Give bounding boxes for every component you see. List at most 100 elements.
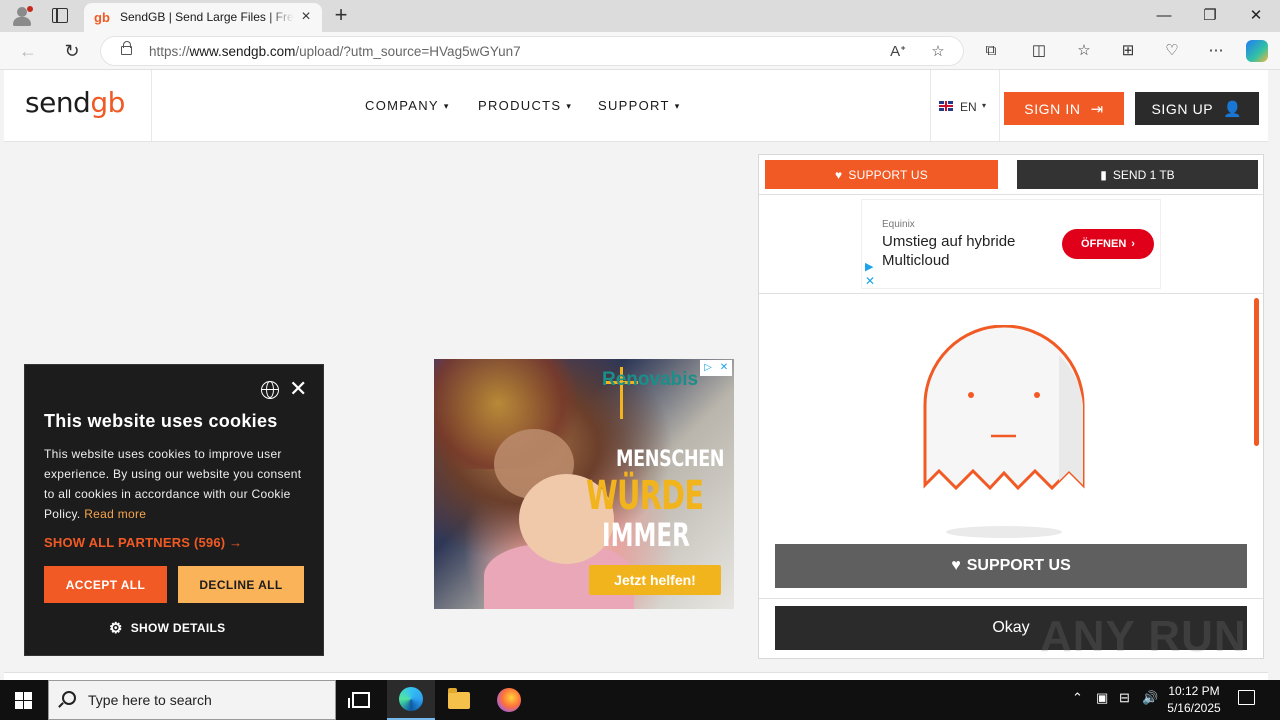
adchoices-icon[interactable]: ▶ [865, 260, 873, 273]
menu-company[interactable]: COMPANY ▾ [365, 98, 450, 113]
adchoices[interactable]: ▷ ✕ [700, 360, 732, 376]
sign-up-button[interactable]: SIGN UP 👤 [1135, 92, 1259, 125]
refresh-button[interactable]: ↻ [61, 40, 83, 62]
favorite-star-icon[interactable]: ☆ [927, 41, 949, 63]
accept-all-button[interactable]: ACCEPT ALL [44, 566, 167, 603]
taskbar-clock[interactable]: 10:12 PM 5/16/2025 [1160, 683, 1228, 717]
browser-tab[interactable]: gb SendGB | Send Large Files | Free f × [84, 3, 322, 32]
ad-line-3: IMMER [602, 516, 690, 554]
taskbar-search[interactable]: Type here to search [48, 680, 336, 720]
task-view-icon [348, 692, 370, 708]
renovabis-ad[interactable]: Renovabis MENSCHEN WÜRDE IMMER Jetzt hel… [434, 359, 734, 609]
ad-open-button[interactable]: ÖFFNEN › [1062, 229, 1154, 259]
folder-icon [448, 687, 470, 709]
support-us-button[interactable]: ♥ SUPPORT US [765, 160, 998, 189]
gear-icon: ⚙ [109, 620, 123, 637]
ad-cta-button[interactable]: Jetzt helfen! [589, 565, 721, 595]
anyrun-watermark: ANY RUN [1040, 612, 1247, 661]
logo-cell: sendgb [4, 70, 152, 141]
chevron-down-icon: ▾ [443, 101, 450, 111]
search-placeholder: Type here to search [88, 692, 212, 708]
uk-flag-icon [939, 101, 953, 111]
support-us-large-button[interactable]: ♥ SUPPORT US [775, 544, 1247, 588]
notification-icon[interactable] [1238, 690, 1255, 705]
sign-in-icon: ⇥ [1090, 100, 1104, 118]
menu-products[interactable]: PRODUCTS ▾ [478, 98, 572, 113]
tab-title: SendGB | Send Large Files | Free f [120, 10, 294, 24]
cookie-consent-dialog: ✕ This website uses cookies This website… [24, 364, 324, 656]
lock-icon[interactable] [121, 41, 132, 55]
task-view-button[interactable] [337, 680, 385, 720]
browser-tab-bar: gb SendGB | Send Large Files | Free f × … [0, 0, 1280, 32]
network-icon[interactable]: ⊟ [1119, 690, 1130, 706]
language-label: EN [960, 100, 977, 114]
address-bar[interactable]: https://www.sendgb.com/upload/?utm_sourc… [100, 36, 964, 66]
ad-close-icon[interactable]: ✕ [865, 274, 875, 288]
panel-scrollbar[interactable] [1254, 298, 1259, 446]
globe-icon[interactable] [261, 381, 279, 399]
adchoices-icon[interactable]: ▷ [700, 360, 716, 376]
url-text[interactable]: https://www.sendgb.com/upload/?utm_sourc… [149, 44, 521, 59]
new-tab-button[interactable]: + [330, 4, 352, 26]
heart-icon: ♥ [835, 167, 843, 182]
tab-close-icon[interactable]: × [298, 9, 314, 25]
close-window-button[interactable]: ✕ [1246, 6, 1266, 26]
language-selector[interactable]: EN ▾ [930, 70, 1000, 141]
read-aloud-icon[interactable]: Aᐩ [887, 41, 909, 63]
ad-line-1: MENSCHEN [616, 447, 725, 472]
volume-icon[interactable]: 🔊 [1142, 690, 1158, 706]
device-icon[interactable]: ▣ [1096, 690, 1108, 706]
firefox-taskbar-button[interactable] [485, 680, 533, 720]
page-bottom [4, 672, 1268, 680]
minimize-button[interactable]: — [1154, 6, 1174, 26]
send-1tb-button[interactable]: ▮ SEND 1 TB [1017, 160, 1258, 189]
firefox-icon [497, 688, 521, 712]
back-button[interactable]: ← [17, 40, 39, 62]
chevron-right-icon: › [1131, 238, 1135, 250]
more-menu-icon[interactable]: ⋯ [1205, 40, 1227, 62]
cookie-title: This website uses cookies [44, 411, 278, 431]
ad-sponsor: Equinix [882, 219, 915, 230]
ad-headline: Umstieg auf hybride Multicloud [882, 233, 1016, 269]
ad-brand: Renovabis [602, 369, 699, 390]
close-icon[interactable]: ✕ [289, 378, 307, 400]
sign-in-button[interactable]: SIGN IN ⇥ [1004, 92, 1124, 125]
restore-button[interactable]: ❐ [1200, 6, 1220, 26]
chevron-up-icon[interactable]: ⌃ [1072, 690, 1083, 706]
file-icon: ▮ [1100, 167, 1107, 182]
ghost-illustration [923, 325, 1085, 538]
collections-icon[interactable]: ⊞ [1117, 40, 1139, 62]
sendgb-logo[interactable]: sendgb [25, 86, 125, 119]
chevron-down-icon: ▾ [566, 101, 573, 111]
extensions-icon[interactable]: ⧉ [980, 40, 1002, 62]
divider [759, 293, 1263, 294]
explorer-taskbar-button[interactable] [435, 680, 483, 720]
divider [759, 598, 1263, 599]
edge-taskbar-button[interactable] [387, 680, 435, 720]
chevron-down-icon: ▾ [982, 101, 987, 110]
search-icon [62, 691, 76, 705]
decline-all-button[interactable]: DECLINE ALL [178, 566, 304, 603]
equinix-ad[interactable]: Equinix Umstieg auf hybride Multicloud Ö… [861, 199, 1161, 289]
clock-time: 10:12 PM [1168, 684, 1220, 698]
heart-icon: ♥ [951, 557, 961, 574]
tab-actions-icon[interactable] [52, 8, 68, 23]
copilot-icon[interactable] [1246, 40, 1268, 62]
show-partners-link[interactable]: SHOW ALL PARTNERS (596) → [44, 535, 242, 550]
show-details-button[interactable]: ⚙ SHOW DETAILS [109, 619, 225, 637]
menu-support[interactable]: SUPPORT ▾ [598, 98, 681, 113]
split-screen-icon[interactable]: ◫ [1028, 40, 1050, 62]
windows-taskbar: Type here to search ⌃ ▣ ⊟ 🔊 10:12 PM 5/1… [0, 680, 1280, 720]
profile-icon[interactable] [10, 5, 34, 27]
sendgb-favicon-icon: gb [94, 10, 110, 25]
windows-start-icon[interactable] [15, 692, 32, 709]
add-user-icon: 👤 [1223, 100, 1243, 118]
read-more-link[interactable]: Read more [84, 507, 146, 521]
ad-close-icon[interactable]: ✕ [716, 360, 732, 376]
site-header: sendgb COMPANY ▾ PRODUCTS ▾ SUPPORT ▾ EN ▾ … [4, 70, 1268, 142]
ad-line-2: WÜRDE [586, 473, 704, 519]
cookie-body: This website uses cookies to improve use… [44, 447, 302, 521]
browser-essentials-icon[interactable]: ♡ [1161, 40, 1183, 62]
favorites-icon[interactable]: ☆ [1073, 40, 1095, 62]
address-toolbar: ← ↻ https://www.sendgb.com/upload/?utm_s… [0, 32, 1280, 70]
